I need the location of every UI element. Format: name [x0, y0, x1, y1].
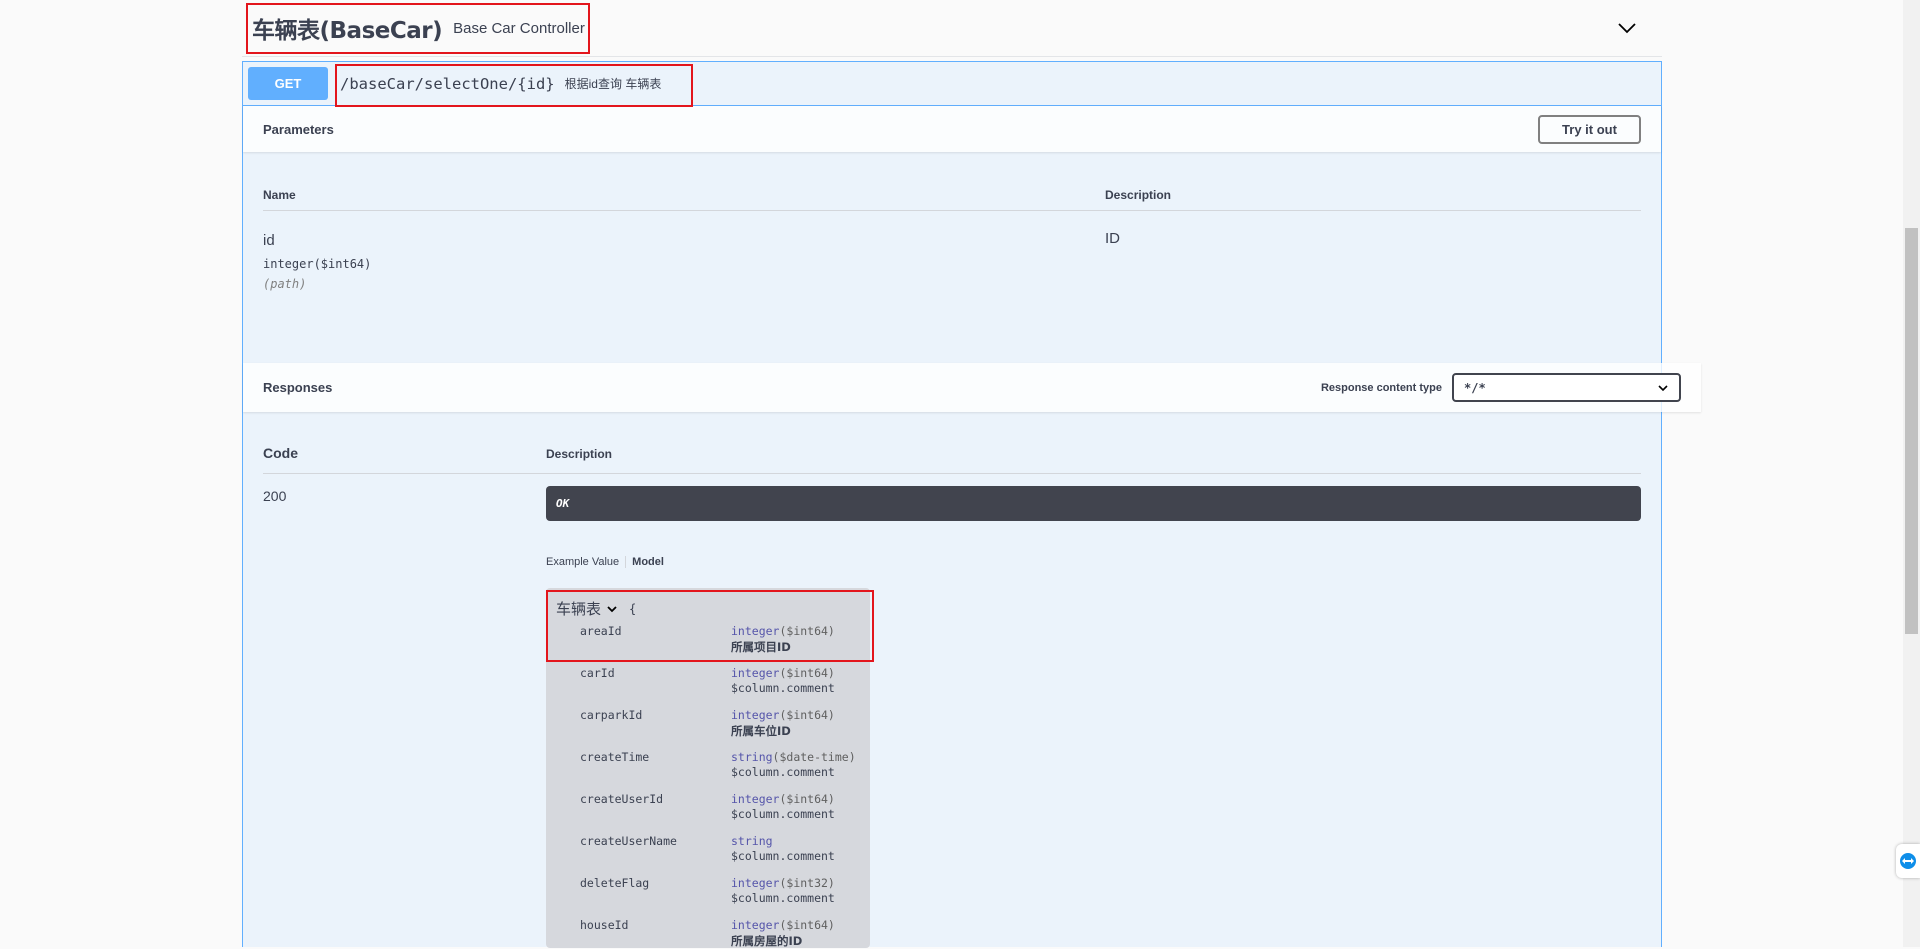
model-property-name: carId	[580, 666, 615, 680]
tag-name[interactable]: 车辆表(BaseCar)	[252, 11, 443, 45]
model-property-type: string $column.comment	[731, 834, 835, 863]
scrollbar-thumb[interactable]	[1905, 228, 1918, 634]
response-content-type-value: */*	[1464, 380, 1486, 395]
property-type-primitive: string	[731, 834, 773, 848]
property-type-format: ($int32)	[779, 876, 835, 890]
property-description: $column.comment	[731, 681, 835, 695]
property-type-primitive: integer	[731, 666, 780, 680]
param-type: integer($int64)	[263, 257, 372, 271]
property-type-primitive: integer	[731, 792, 780, 806]
model-property-type: integer($int64) 所属项目ID	[731, 624, 835, 655]
model-open-brace: {	[629, 601, 637, 616]
property-description: $column.comment	[731, 849, 835, 863]
property-type-primitive: integer	[731, 624, 780, 638]
param-description: ID	[1105, 230, 1120, 247]
model-property-type: integer($int64) 所属车位ID	[731, 708, 835, 739]
responses-header: Responses Response content type */*	[243, 363, 1701, 412]
operation-summary-text: 根据id查询 车辆表	[564, 77, 662, 91]
model-property-name: createUserName	[580, 834, 677, 848]
property-description: $column.comment	[731, 765, 835, 779]
property-description: $column.comment	[731, 807, 835, 821]
tab-model[interactable]: Model	[626, 556, 664, 568]
model-property-type: integer($int64) $column.comment	[731, 792, 835, 821]
operation-summary[interactable]: GET /baseCar/selectOne/{id} 根据id查询 车辆表	[243, 62, 1661, 106]
property-type-format: ($int64)	[779, 918, 835, 932]
property-type-primitive: integer	[731, 876, 780, 890]
response-content-type-select[interactable]: */*	[1452, 373, 1681, 402]
operation-block: GET /baseCar/selectOne/{id} 根据id查询 车辆表 P…	[242, 61, 1701, 948]
model-box: 车辆表 { areaId integer($int64) 所属项目ID carI…	[546, 588, 870, 948]
param-name: id	[263, 232, 275, 249]
tag-header[interactable]: 车辆表(BaseCar) Base Car Controller	[242, 0, 1662, 57]
property-type-format: ($int64)	[779, 792, 835, 806]
model-property-type: integer($int64) 所属房屋的ID	[731, 918, 835, 949]
model-property-name: createTime	[580, 750, 650, 764]
col-code: Code	[263, 445, 298, 461]
model-property-type: integer($int64) $column.comment	[731, 666, 835, 695]
chevron-down-icon[interactable]	[605, 602, 619, 616]
model-title[interactable]: 车辆表 {	[556, 598, 636, 619]
property-description: 所属车位ID	[731, 724, 791, 738]
example-model-tabs: Example Value Model	[546, 556, 664, 568]
property-type-format: ($date-time)	[772, 750, 856, 764]
chevron-down-icon	[1658, 384, 1668, 391]
double-arrow-icon	[1900, 853, 1916, 869]
model-property-type: integer($int32) $column.comment	[731, 876, 835, 905]
collapse-chevron-icon[interactable]	[1617, 18, 1637, 38]
remote-support-widget-icon[interactable]	[1896, 844, 1920, 878]
api-tag-section: 车辆表(BaseCar) Base Car Controller GET /ba…	[242, 0, 1701, 948]
responses-table-header: Code Description	[263, 445, 1641, 474]
model-name: 车辆表	[556, 600, 602, 618]
param-location: (path)	[263, 277, 307, 291]
responses-title: Responses	[263, 380, 333, 395]
property-type-format: ($int64)	[779, 708, 835, 722]
model-property-name: carparkId	[580, 708, 643, 722]
col-description: Description	[1105, 188, 1172, 202]
property-type-primitive: string	[731, 750, 773, 764]
page-scrollbar[interactable]	[1903, 0, 1920, 947]
try-it-out-button[interactable]: Try it out	[1538, 114, 1641, 144]
col-name: Name	[263, 188, 296, 202]
property-description: 所属项目ID	[731, 640, 791, 654]
property-type-format: ($int64)	[779, 624, 835, 638]
model-property-type: string($date-time) $column.comment	[731, 750, 856, 779]
model-property-name: areaId	[580, 624, 622, 638]
property-type-primitive: integer	[731, 708, 780, 722]
property-type-primitive: integer	[731, 918, 780, 932]
http-method-badge: GET	[248, 67, 328, 100]
parameters-table-header: Name Description	[263, 188, 1641, 211]
parameters-header: Parameters Try it out	[243, 106, 1661, 152]
response-content-type: Response content type */*	[1321, 373, 1681, 402]
tag-description: Base Car Controller	[453, 19, 585, 37]
response-content-type-label: Response content type	[1320, 381, 1442, 394]
operation-path: /baseCar/selectOne/{id}	[340, 74, 555, 93]
property-type-format: ($int64)	[779, 666, 835, 680]
parameters-title: Parameters	[263, 121, 334, 137]
model-property-name: createUserId	[580, 792, 664, 806]
response-code: 200	[263, 488, 287, 504]
tab-example-value[interactable]: Example Value	[546, 556, 627, 568]
col-response-description: Description	[546, 447, 613, 461]
property-description: $column.comment	[731, 891, 835, 905]
response-description-ok: OK	[546, 486, 1641, 521]
model-property-name: houseId	[580, 918, 629, 932]
model-property-name: deleteFlag	[580, 876, 650, 890]
